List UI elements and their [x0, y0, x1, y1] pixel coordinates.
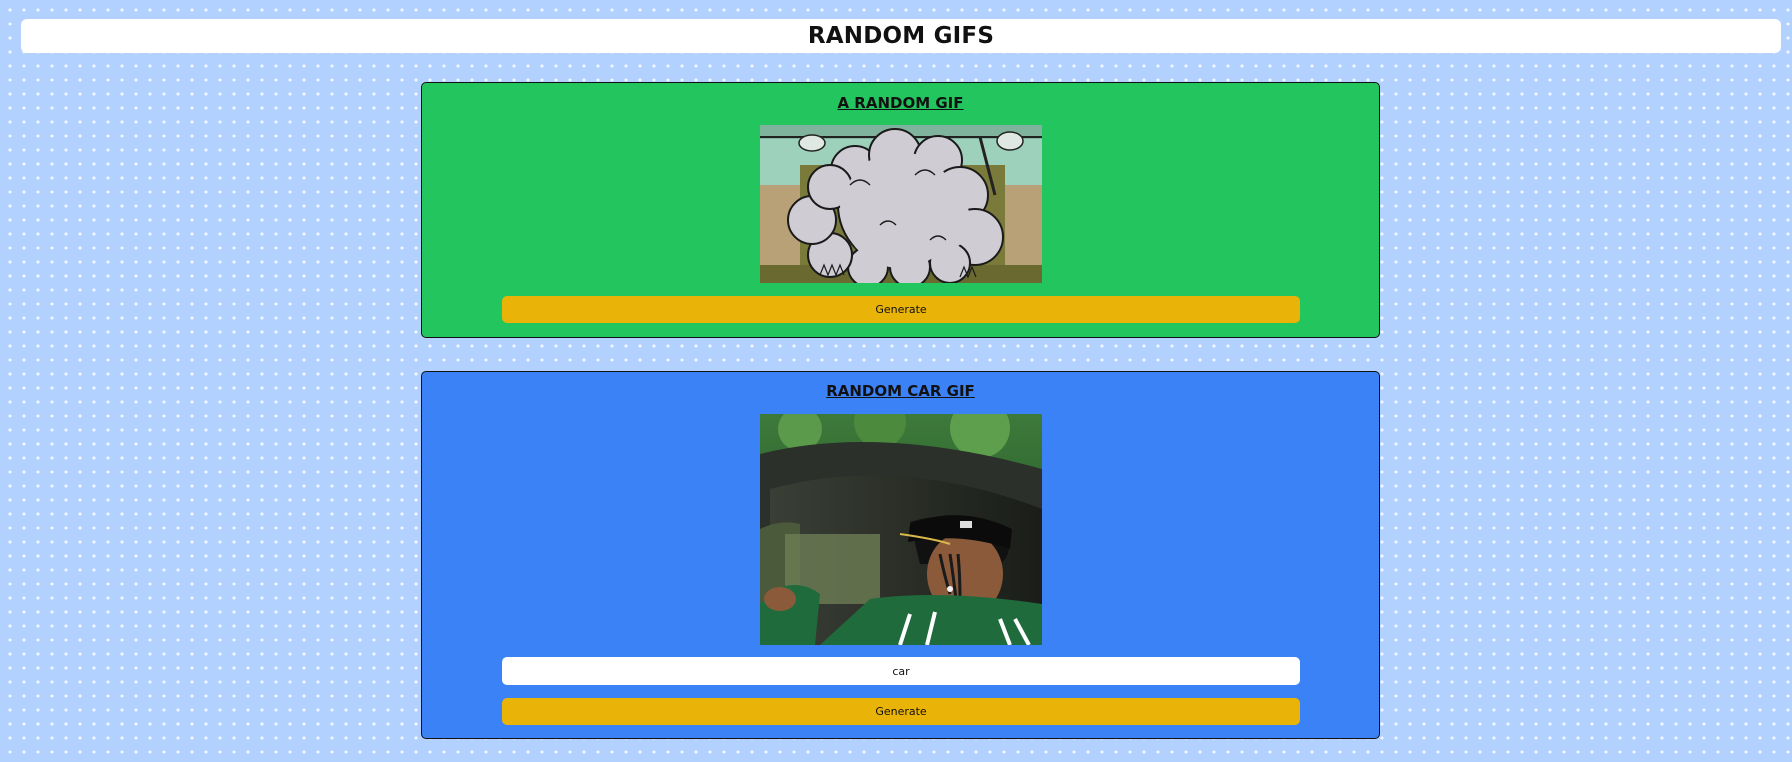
random-gif-image [760, 125, 1042, 283]
random-gif-card: A RANDOM GIF Generate [421, 82, 1380, 338]
random-generate-button[interactable]: Generate [502, 296, 1300, 323]
random-gif-title: A RANDOM GIF [837, 94, 964, 112]
tag-input[interactable] [502, 657, 1300, 685]
cartoon-cloud-gif [760, 125, 1042, 283]
page-title: RANDOM GIFS [807, 23, 995, 49]
car-driver-gif [760, 414, 1042, 645]
page-header: RANDOM GIFS [21, 19, 1781, 53]
tag-generate-button[interactable]: Generate [502, 698, 1300, 725]
tag-gif-image [760, 414, 1042, 645]
tag-gif-title: RANDOM CAR GIF [826, 382, 975, 400]
tag-gif-card: RANDOM CAR GIF car Generate [421, 371, 1380, 739]
